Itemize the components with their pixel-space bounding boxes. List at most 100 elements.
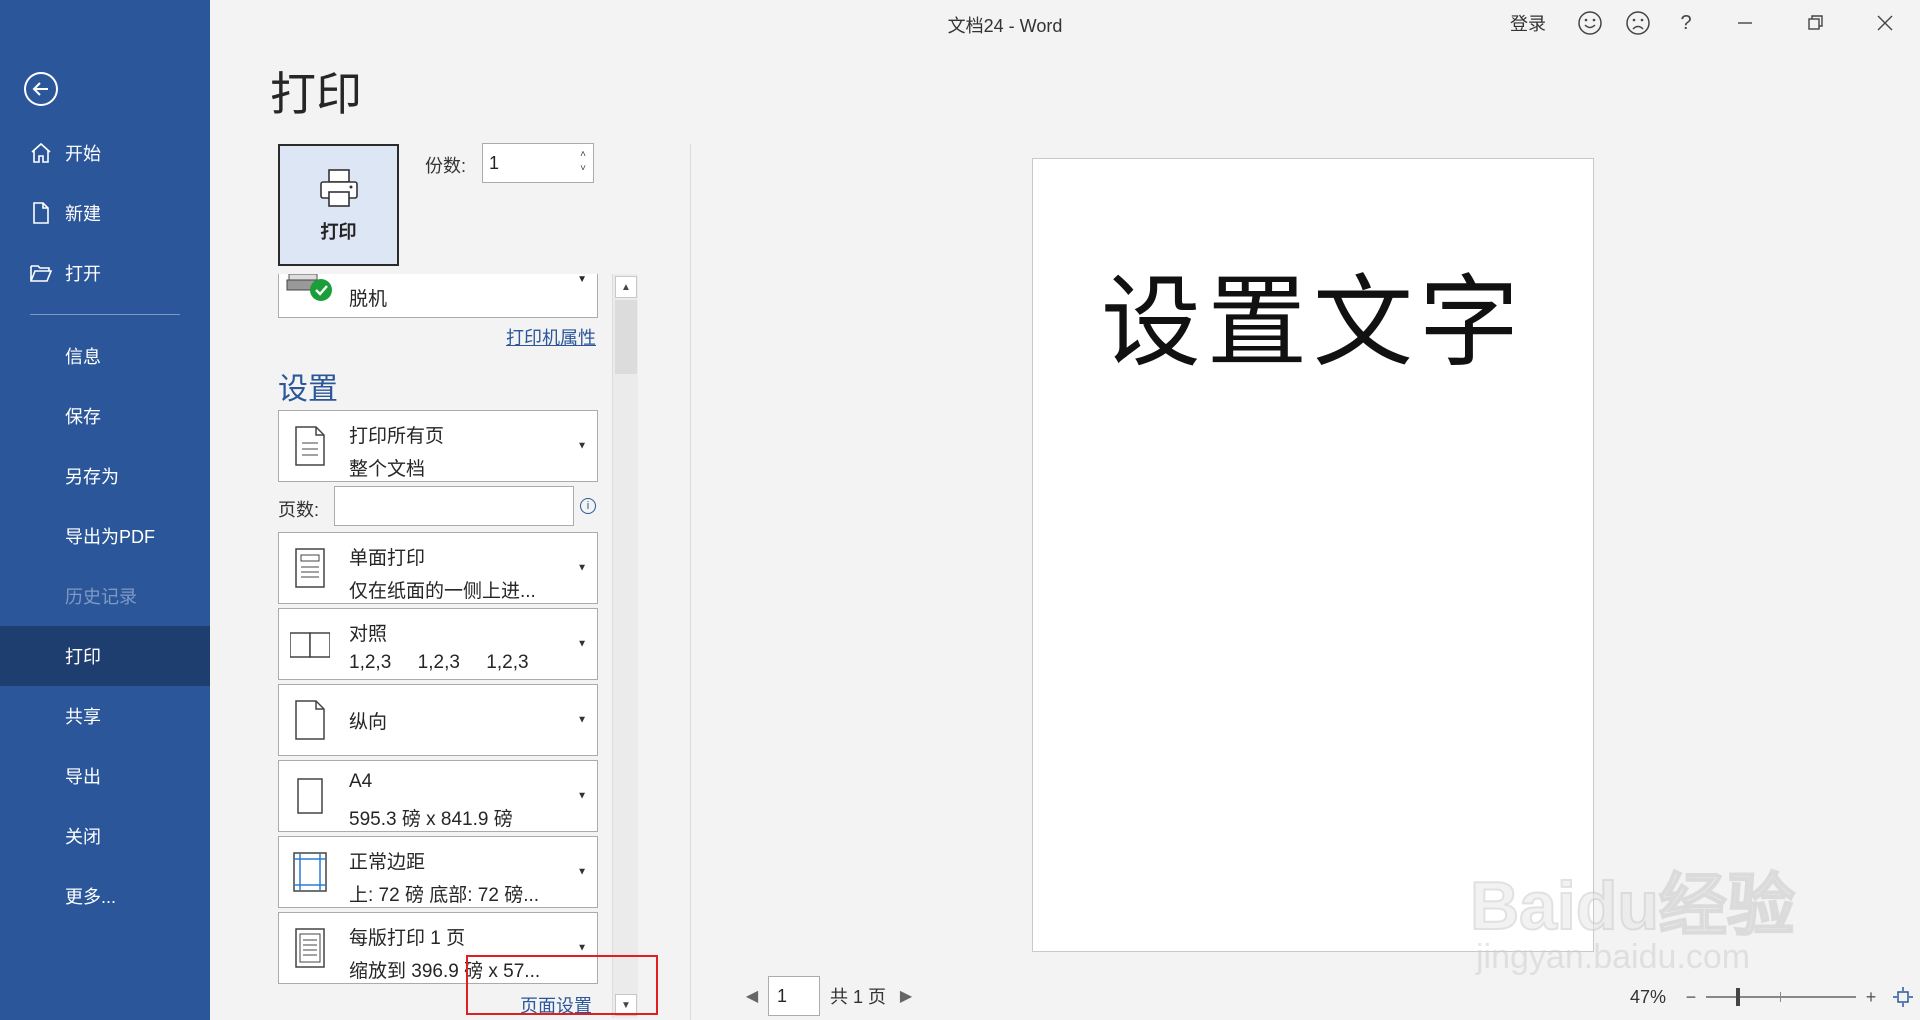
chevron-down-icon: ▼ <box>577 440 587 452</box>
chevron-down-icon: ▼ <box>577 638 587 650</box>
chevron-down-icon: ▼ <box>577 866 587 878</box>
zoom-level: 47% <box>1630 986 1667 1007</box>
nav-open[interactable]: 打开 <box>0 243 210 303</box>
option-subtitle: 整个文档 <box>349 459 426 480</box>
nav-history: 历史记录 <box>0 566 210 626</box>
current-page-value: 1 <box>777 986 788 1006</box>
sides-dropdown[interactable]: 单面打印 仅在纸面的一侧上进... ▼ <box>278 532 598 604</box>
window-controls: 登录 ? <box>1510 0 1920 46</box>
option-title: 每版打印 1 页 <box>349 928 466 949</box>
portrait-icon <box>287 697 333 743</box>
printer-status-icon <box>286 274 332 301</box>
backstage-sidebar: 开始 新建 打开 信息 保存 另存为 导出为PDF 历史记录 打印 共享 导出 … <box>0 0 210 1020</box>
nav-new[interactable]: 新建 <box>0 183 210 243</box>
new-document-icon <box>28 200 54 226</box>
nav-label: 共享 <box>65 707 101 727</box>
scroll-thumb[interactable] <box>615 300 637 374</box>
nav-label: 新建 <box>65 204 101 224</box>
page-navigator: ◀ 1 共 1 页 ▶ <box>740 976 918 1016</box>
chevron-down-icon: ▼ <box>577 274 587 285</box>
copies-value: 1 <box>489 153 500 173</box>
collation-dropdown[interactable]: 对照 1,2,3 1,2,3 1,2,3 ▼ <box>278 608 598 680</box>
nav-label: 信息 <box>65 347 101 367</box>
help-icon[interactable]: ? <box>1662 0 1710 46</box>
minimize-icon[interactable] <box>1710 0 1780 46</box>
close-icon[interactable] <box>1850 0 1920 46</box>
option-title: 纵向 <box>349 712 388 733</box>
option-subtitle: 仅在纸面的一侧上进... <box>349 581 536 602</box>
zoom-slider-thumb[interactable] <box>1736 988 1741 1006</box>
orientation-dropdown[interactable]: 纵向 ▼ <box>278 684 598 756</box>
option-subtitle: 595.3 磅 x 841.9 磅 <box>349 809 513 830</box>
smiley-icon[interactable] <box>1566 0 1614 46</box>
margins-dropdown[interactable]: 正常边距 上: 72 磅 底部: 72 磅... ▼ <box>278 836 598 908</box>
restore-icon[interactable] <box>1780 0 1850 46</box>
zoom-slider[interactable] <box>1706 988 1857 1006</box>
zoom-to-page-icon[interactable] <box>1892 986 1914 1008</box>
nav-label: 开始 <box>65 144 101 164</box>
settings-scrollbar[interactable]: ▲ ▼ <box>612 274 638 1018</box>
printer-icon <box>319 169 358 207</box>
nav-home[interactable]: 开始 <box>0 123 210 183</box>
copies-stepper[interactable]: ˄ ˅ <box>577 148 589 176</box>
nav-save-as[interactable]: 另存为 <box>0 446 210 506</box>
paper-size-dropdown[interactable]: A4 595.3 磅 x 841.9 磅 ▼ <box>278 760 598 832</box>
page-title: 打印 <box>270 68 362 120</box>
preview-divider <box>690 144 691 1020</box>
next-page-icon[interactable]: ▶ <box>894 986 918 1006</box>
option-subtitle: 上: 72 磅 底部: 72 磅... <box>349 885 540 906</box>
option-title: 单面打印 <box>349 548 426 569</box>
printer-properties-link[interactable]: 打印机属性 <box>506 324 596 350</box>
document-pages-icon <box>287 423 333 469</box>
zoom-slider-center-tick <box>1780 992 1782 1002</box>
nav-label: 更多... <box>65 887 117 907</box>
nav-export[interactable]: 导出 <box>0 746 210 806</box>
collated-icon <box>287 621 333 667</box>
scroll-up-icon[interactable]: ▲ <box>615 276 637 298</box>
chevron-down-icon: ▼ <box>577 942 587 954</box>
print-button-label: 打印 <box>320 222 357 242</box>
sidebar-divider <box>30 314 180 315</box>
copies-input[interactable]: 1 ˄ ˅ <box>482 143 594 183</box>
preview-document-text: 设置文字 <box>1101 264 1525 381</box>
nav-label: 历史记录 <box>65 587 137 607</box>
margins-icon <box>287 849 333 895</box>
zoom-in-icon[interactable]: + <box>1860 987 1882 1008</box>
chevron-down-icon: ▼ <box>577 790 587 802</box>
nav-share[interactable]: 共享 <box>0 686 210 746</box>
nav-label: 另存为 <box>65 467 119 487</box>
nav-label: 保存 <box>65 407 101 427</box>
login-link[interactable]: 登录 <box>1510 10 1546 36</box>
pages-label: 页数: <box>278 500 320 520</box>
option-title: 正常边距 <box>349 852 426 873</box>
print-range-dropdown[interactable]: 打印所有页 整个文档 ▼ <box>278 410 598 482</box>
frown-icon[interactable] <box>1614 0 1662 46</box>
printer-dropdown[interactable]: 脱机 ▼ <box>278 274 598 318</box>
one-sided-icon <box>287 545 333 591</box>
nav-label: 打开 <box>65 264 101 284</box>
info-icon[interactable]: i <box>580 498 596 514</box>
option-title: 打印所有页 <box>349 426 445 447</box>
watermark-url: jingyan.baidu.com <box>1476 938 1751 976</box>
pages-per-sheet-icon <box>287 925 333 971</box>
printer-name: 脱机 <box>349 289 388 310</box>
option-title: A4 <box>349 771 373 792</box>
zoom-out-icon[interactable]: − <box>1680 987 1702 1008</box>
print-button[interactable]: 打印 <box>278 144 399 266</box>
total-pages: 共 1 页 <box>830 987 887 1007</box>
nav-more[interactable]: 更多... <box>0 866 210 926</box>
print-settings-panel: 脱机 ▼ 打印机属性 设置 打印所有页 整个文档 ▼ 页数: i 单面打印 仅在… <box>270 274 640 1020</box>
watermark: Baidu经验 jingyan.baidu.com <box>1469 810 1830 980</box>
nav-close[interactable]: 关闭 <box>0 806 210 866</box>
pages-input[interactable] <box>334 486 574 526</box>
watermark-brand: Baidu经验 <box>1469 867 1796 945</box>
back-arrow-icon[interactable] <box>24 72 58 106</box>
current-page-input[interactable]: 1 <box>768 976 820 1016</box>
previous-page-icon[interactable]: ◀ <box>740 986 764 1006</box>
nav-label: 打印 <box>65 647 101 667</box>
nav-save[interactable]: 保存 <box>0 386 210 446</box>
nav-export-pdf[interactable]: 导出为PDF <box>0 506 210 566</box>
title-bar: 文档24 - Word 登录 ? <box>210 0 1920 46</box>
nav-info[interactable]: 信息 <box>0 326 210 386</box>
nav-print[interactable]: 打印 <box>0 626 210 686</box>
